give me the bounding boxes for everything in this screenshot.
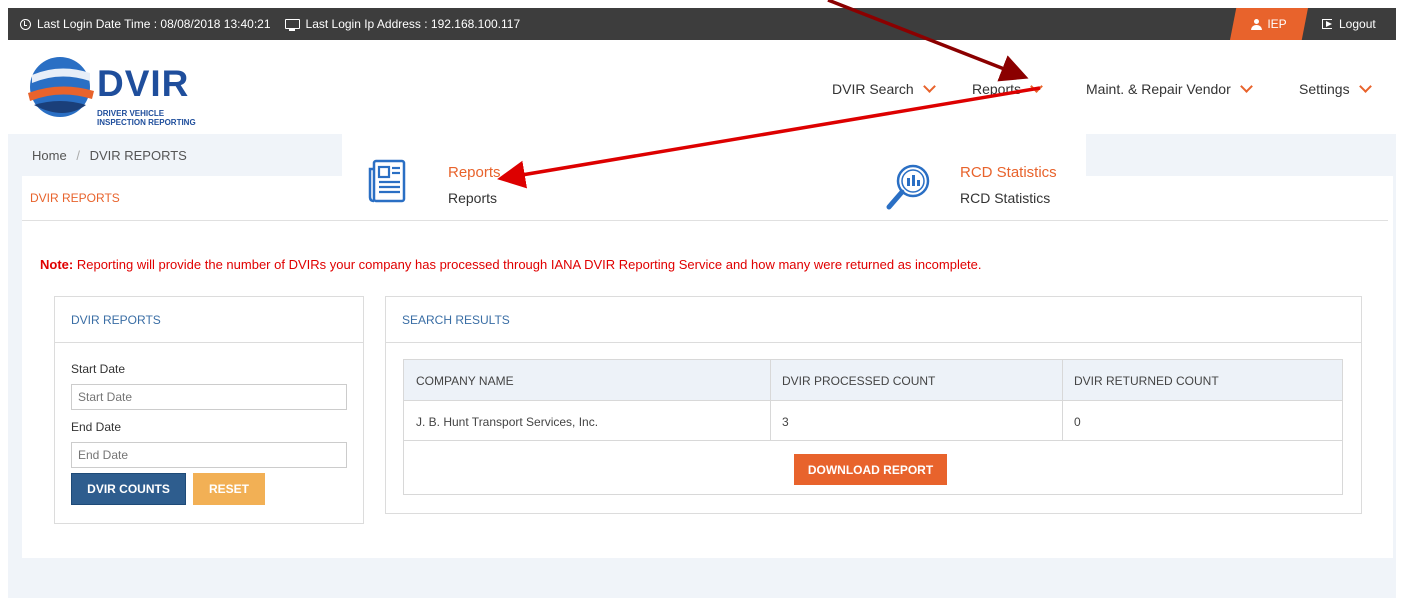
column-header-company: COMPANY NAME	[416, 374, 514, 388]
magnifier-chart-icon	[886, 164, 930, 210]
column-header-returned: DVIR RETURNED COUNT	[1074, 374, 1219, 388]
chevron-down-icon	[922, 80, 936, 93]
nav-reports-label: Reports	[972, 81, 1022, 97]
divider	[386, 342, 1361, 343]
clock-icon	[20, 18, 31, 30]
last-login-time: Last Login Date Time : 08/08/2018 13:40:…	[37, 17, 271, 31]
user-menu-button[interactable]: IEP	[1230, 8, 1308, 40]
table-row: J. B. Hunt Transport Services, Inc. 3 0	[404, 401, 1342, 441]
reports-dropdown-menu: Reports Reports RCD Statistics RCD Stati…	[342, 134, 1086, 220]
dropdown-reports-title: Reports	[448, 164, 501, 181]
breadcrumb-home[interactable]: Home	[32, 148, 67, 163]
logout-label: Logout	[1339, 17, 1376, 31]
download-report-button[interactable]: DOWNLOAD REPORT	[794, 454, 947, 485]
panel-title: DVIR REPORTS	[30, 191, 120, 205]
nav-dvir-search[interactable]: DVIR Search	[832, 80, 936, 97]
breadcrumb: Home / DVIR REPORTS	[32, 148, 187, 163]
newspaper-icon	[368, 159, 406, 203]
results-box-title: SEARCH RESULTS	[402, 313, 510, 327]
chevron-down-icon	[1030, 80, 1043, 93]
logo-subtitle: DRIVER VEHICLE INSPECTION REPORTING	[97, 109, 196, 127]
user-name: IEP	[1267, 17, 1287, 31]
panel-divider	[22, 220, 1388, 221]
dropdown-reports-subtitle: Reports	[448, 190, 498, 206]
logo-subtitle-line2: INSPECTION REPORTING	[97, 117, 196, 127]
nav-dvir-search-label: DVIR Search	[832, 81, 914, 97]
login-info: Last Login Date Time : 08/08/2018 13:40:…	[20, 17, 520, 31]
start-date-input[interactable]	[71, 384, 347, 410]
user-icon	[1251, 18, 1263, 30]
breadcrumb-current: DVIR REPORTS	[89, 148, 187, 163]
results-table: COMPANY NAME DVIR PROCESSED COUNT DVIR R…	[403, 359, 1343, 495]
top-bar: Last Login Date Time : 08/08/2018 13:40:…	[8, 8, 1396, 40]
nav-vendor-label: Maint. & Repair Vendor	[1086, 81, 1231, 97]
monitor-icon	[284, 19, 300, 31]
column-divider	[1062, 360, 1063, 441]
header: DVIR DRIVER VEHICLE INSPECTION REPORTING…	[8, 40, 1396, 134]
filter-box-title: DVIR REPORTS	[71, 313, 161, 327]
note-text: Note: Reporting will provide the number …	[40, 257, 982, 272]
breadcrumb-separator: /	[76, 148, 80, 163]
dropdown-rcd-subtitle: RCD Statistics	[960, 190, 1051, 206]
note-label: Note:	[40, 257, 74, 272]
logo-globe-icon	[28, 57, 94, 117]
nav-maint-repair-vendor[interactable]: Maint. & Repair Vendor	[1086, 80, 1253, 97]
note-body: Reporting will provide the number of DVI…	[76, 257, 982, 272]
table-header: COMPANY NAME DVIR PROCESSED COUNT DVIR R…	[404, 360, 1342, 401]
nav-settings-label: Settings	[1299, 81, 1350, 97]
nav-reports[interactable]: Reports	[972, 80, 1043, 97]
results-box: SEARCH RESULTS COMPANY NAME DVIR PROCESS…	[385, 296, 1362, 514]
nav-settings[interactable]: Settings	[1299, 80, 1372, 97]
reset-button[interactable]: RESET	[193, 473, 265, 505]
end-date-input[interactable]	[71, 442, 347, 468]
cell-processed-count: 3	[782, 415, 789, 429]
logo-wordmark: DVIR	[97, 63, 190, 104]
cell-company-name: J. B. Hunt Transport Services, Inc.	[416, 415, 599, 429]
filter-box: DVIR REPORTS Start Date End Date DVIR CO…	[54, 296, 364, 524]
logout-button[interactable]: Logout	[1322, 17, 1376, 31]
column-divider	[770, 360, 771, 441]
last-login-ip: Last Login Ip Address : 192.168.100.117	[305, 17, 521, 31]
dvir-counts-button[interactable]: DVIR COUNTS	[71, 473, 186, 505]
dropdown-rcd-title: RCD Statistics	[960, 164, 1057, 181]
cell-returned-count: 0	[1074, 415, 1081, 429]
logout-icon	[1322, 19, 1332, 29]
chevron-down-icon	[1358, 80, 1372, 93]
chevron-down-icon	[1239, 80, 1253, 93]
column-header-processed: DVIR PROCESSED COUNT	[782, 374, 936, 388]
start-date-label: Start Date	[71, 362, 126, 376]
end-date-label: End Date	[71, 420, 122, 434]
divider	[55, 342, 363, 343]
